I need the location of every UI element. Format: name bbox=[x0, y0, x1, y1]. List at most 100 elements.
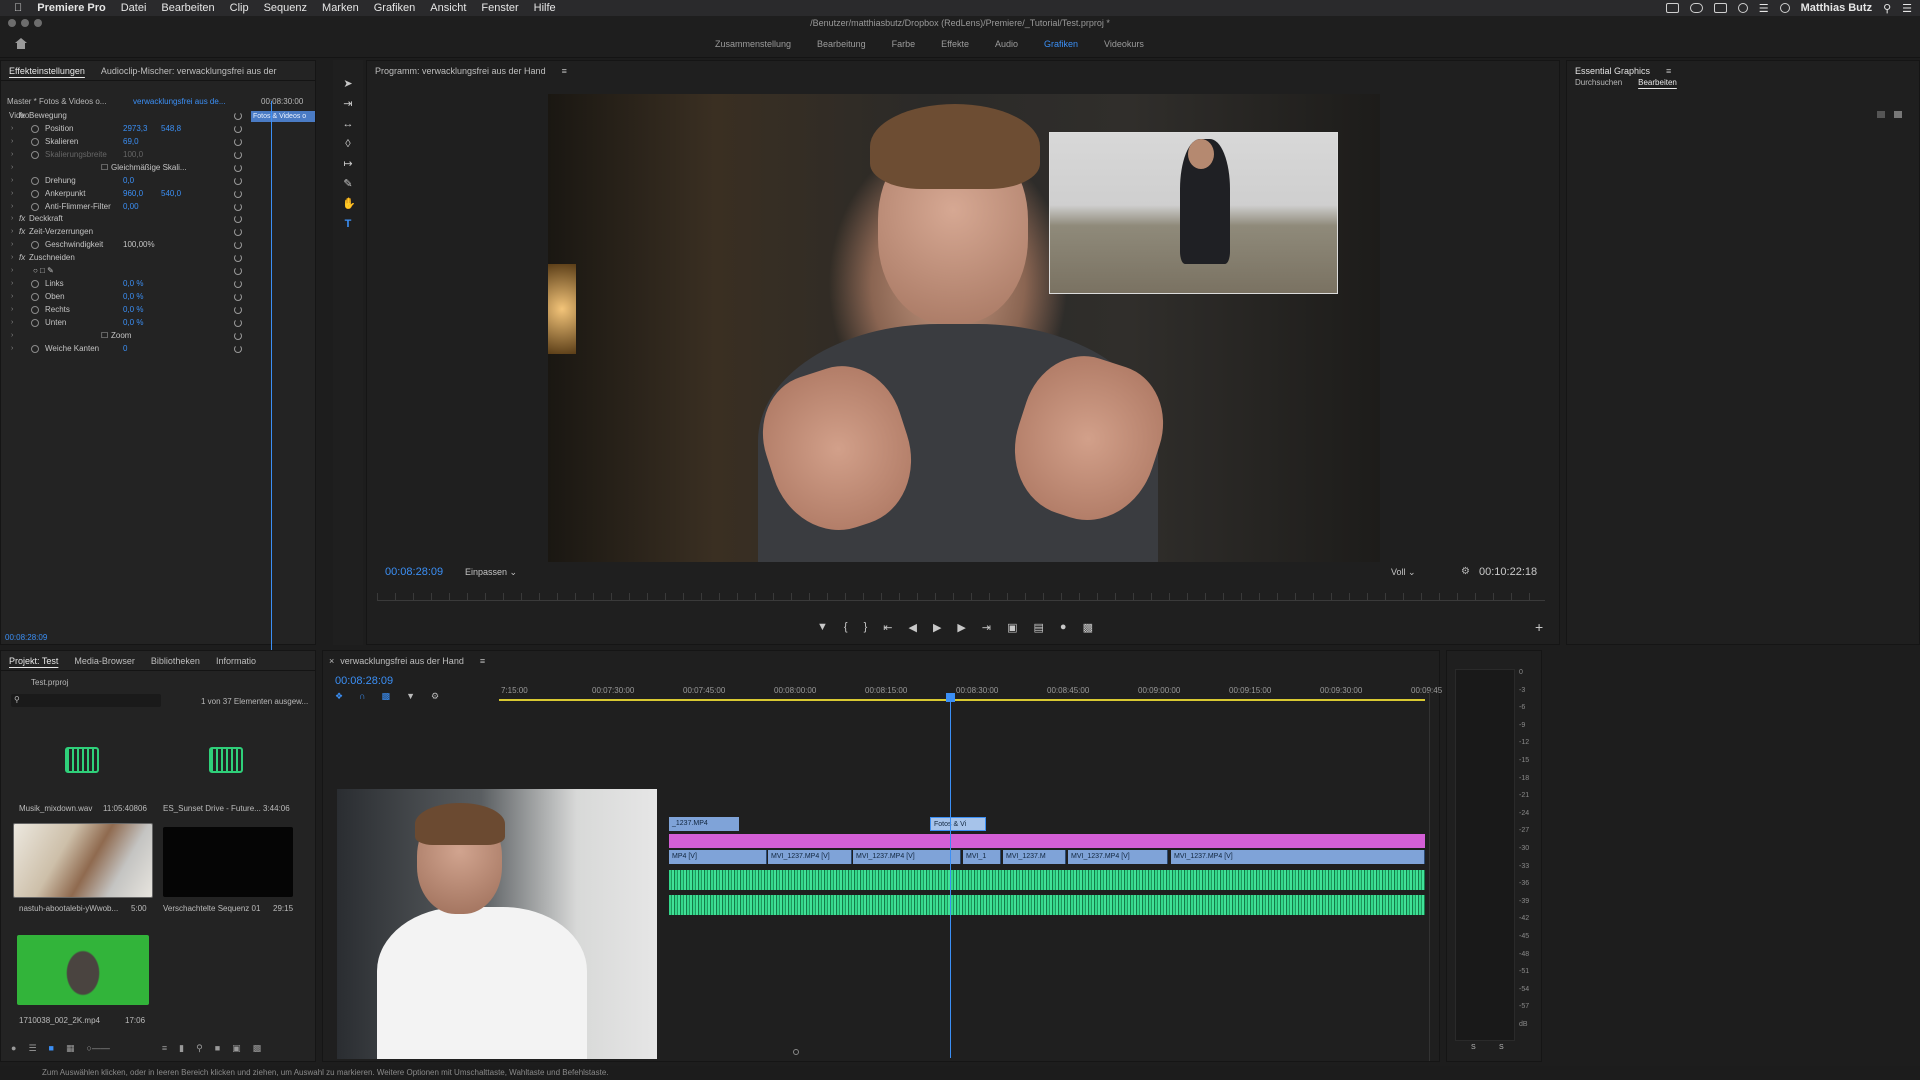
effect-value[interactable]: 960,0 bbox=[123, 189, 143, 198]
step-back-icon[interactable]: ◀ bbox=[908, 621, 916, 634]
disclosure-triangle-icon[interactable]: › bbox=[11, 112, 13, 119]
reset-parameter-icon[interactable] bbox=[234, 305, 242, 314]
disclosure-triangle-icon[interactable]: › bbox=[11, 177, 13, 184]
effect-row[interactable]: › Skalierungsbreite 100,0 bbox=[1, 148, 317, 161]
automate-icon[interactable]: ▮ bbox=[179, 1043, 184, 1054]
effect-row[interactable]: › Skalieren 69,0 bbox=[1, 135, 317, 148]
reset-parameter-icon[interactable] bbox=[234, 124, 242, 133]
timeline-zoom-handle[interactable] bbox=[793, 1049, 799, 1055]
master-clip-select[interactable]: Master * Fotos & Videos o... bbox=[7, 97, 106, 106]
program-title[interactable]: Programm: verwacklungsfrei aus der Hand bbox=[375, 66, 546, 76]
delete-layer-icon[interactable] bbox=[1894, 111, 1902, 118]
effect-value-2[interactable]: 548,8 bbox=[161, 124, 181, 133]
freeform-view-icon[interactable]: ▦ bbox=[66, 1043, 75, 1054]
effect-row[interactable]: › fx Zuschneiden bbox=[1, 251, 317, 264]
timeline-clip-v3-photos[interactable]: Fotos & Vi bbox=[930, 817, 986, 831]
disclosure-triangle-icon[interactable]: › bbox=[11, 190, 13, 197]
cloud-icon[interactable] bbox=[1689, 3, 1703, 13]
audio-file-icon[interactable] bbox=[65, 747, 99, 773]
reset-parameter-icon[interactable] bbox=[234, 176, 242, 185]
reset-parameter-icon[interactable] bbox=[234, 266, 242, 275]
track-select-tool-icon[interactable]: ⇥ bbox=[342, 98, 354, 110]
disclosure-triangle-icon[interactable]: › bbox=[11, 332, 13, 339]
reset-parameter-icon[interactable] bbox=[234, 111, 242, 120]
audio-waveform-a2[interactable] bbox=[669, 895, 1425, 915]
reset-parameter-icon[interactable] bbox=[234, 163, 242, 172]
fx-badge-icon[interactable]: fx bbox=[19, 227, 25, 236]
timeline-playhead[interactable] bbox=[950, 696, 951, 1058]
icon-view-icon[interactable]: ■ bbox=[49, 1043, 54, 1054]
user-name[interactable]: Matthias Butz bbox=[1801, 2, 1873, 14]
tab-edit[interactable]: Bearbeiten bbox=[1638, 78, 1677, 87]
time-machine-icon[interactable] bbox=[1737, 3, 1748, 13]
stopwatch-icon[interactable] bbox=[31, 202, 39, 211]
notification-center-icon[interactable]: ☰ bbox=[1902, 2, 1912, 15]
project-thumbnail-greenscreen[interactable] bbox=[17, 935, 149, 1005]
effect-row[interactable]: › Unten 0,0 % bbox=[1, 316, 317, 329]
effect-row[interactable]: › fx Deckkraft bbox=[1, 212, 317, 225]
timeline-clip-v1[interactable]: MVI_1237.MP4 [V] bbox=[768, 850, 852, 864]
timeline-settings-icon[interactable]: ⚙ bbox=[431, 691, 439, 702]
sequence-clip-select[interactable]: verwacklungsfrei aus de... bbox=[133, 97, 226, 106]
tab-audio-clip-mixer[interactable]: Audioclip-Mischer: verwacklungsfrei aus … bbox=[101, 66, 277, 76]
effect-row[interactable]: › Links 0,0 % bbox=[1, 277, 317, 290]
effect-value[interactable]: 2973,3 bbox=[123, 124, 147, 133]
checkbox[interactable]: ☐ bbox=[101, 163, 108, 172]
project-item-name[interactable]: Verschachtelte Sequenz 01 bbox=[163, 904, 260, 913]
stopwatch-icon[interactable] bbox=[31, 292, 39, 301]
reset-parameter-icon[interactable] bbox=[234, 189, 242, 198]
disclosure-triangle-icon[interactable]: › bbox=[11, 215, 13, 222]
export-frame-icon[interactable]: ● bbox=[1060, 621, 1067, 634]
essential-graphics-menu-icon[interactable]: ≡ bbox=[1666, 66, 1671, 76]
disclosure-triangle-icon[interactable]: › bbox=[11, 125, 13, 132]
reset-parameter-icon[interactable] bbox=[234, 202, 242, 211]
snap-icon[interactable]: ∩ bbox=[359, 691, 365, 702]
effect-value[interactable]: 0,0 % bbox=[123, 279, 143, 288]
tab-media-browser[interactable]: Media-Browser bbox=[74, 656, 135, 666]
workspace-tab-audio[interactable]: Audio bbox=[995, 39, 1018, 49]
apple-icon[interactable]:  bbox=[14, 2, 22, 14]
work-area-bar[interactable] bbox=[499, 699, 1425, 701]
audio-file-icon[interactable] bbox=[209, 747, 243, 773]
timeline-clip-v1[interactable]: MVI_1237.MP4 [V] bbox=[853, 850, 961, 864]
timeline-clip-v1[interactable]: MVI_1237.M bbox=[1003, 850, 1066, 864]
screen-icon[interactable] bbox=[1665, 3, 1679, 13]
disclosure-triangle-icon[interactable]: › bbox=[11, 345, 13, 352]
workspace-tab-assembly[interactable]: Zusammenstellung bbox=[715, 39, 791, 49]
selection-tool-icon[interactable]: ➤ bbox=[342, 78, 354, 90]
menu-window[interactable]: Fenster bbox=[481, 2, 518, 14]
dropbox-icon[interactable] bbox=[1713, 3, 1727, 13]
fx-badge-icon[interactable]: fx bbox=[19, 111, 25, 120]
effect-value[interactable]: 0,0 % bbox=[123, 318, 143, 327]
project-item-name[interactable]: Musik_mixdown.wav bbox=[19, 804, 92, 813]
disclosure-triangle-icon[interactable]: › bbox=[11, 319, 13, 326]
meter-channel-right[interactable]: S bbox=[1499, 1044, 1504, 1051]
reset-parameter-icon[interactable] bbox=[234, 279, 242, 288]
menu-markers[interactable]: Marken bbox=[322, 2, 359, 14]
button-editor-plus-icon[interactable]: + bbox=[1535, 619, 1543, 635]
slip-tool-icon[interactable]: ↦ bbox=[342, 158, 354, 170]
reset-parameter-icon[interactable] bbox=[234, 253, 242, 262]
effect-row[interactable]: › Rechts 0,0 % bbox=[1, 303, 317, 316]
menu-file[interactable]: Datei bbox=[121, 2, 147, 14]
program-menu-icon[interactable]: ≡ bbox=[562, 66, 567, 76]
project-thumbnail-office[interactable] bbox=[13, 823, 153, 898]
tab-browse[interactable]: Durchsuchen bbox=[1575, 78, 1622, 87]
stopwatch-icon[interactable] bbox=[31, 279, 39, 288]
lock-icon[interactable]: ● bbox=[11, 1043, 16, 1054]
effect-row[interactable]: › ☐ Gleichmäßige Skali... bbox=[1, 161, 317, 174]
mark-out-icon[interactable]: } bbox=[864, 621, 868, 634]
effect-value[interactable]: 69,0 bbox=[123, 137, 139, 146]
effect-row[interactable]: › Oben 0,0 % bbox=[1, 290, 317, 303]
add-marker-icon[interactable]: ▼ bbox=[817, 621, 828, 634]
compare-view-icon[interactable]: ▩ bbox=[1083, 621, 1093, 634]
timeline-clip-v1[interactable]: MVI_1 bbox=[963, 850, 1001, 864]
effect-value[interactable]: 100,00% bbox=[123, 240, 155, 249]
project-search-input[interactable]: ⚲ bbox=[11, 694, 161, 707]
effect-row[interactable]: › ☐ Zoom bbox=[1, 329, 317, 342]
effect-row[interactable]: › ○ □ ✎ bbox=[1, 264, 317, 277]
timeline-timecode[interactable]: 00:08:28:09 bbox=[335, 675, 393, 687]
tab-effect-controls[interactable]: Effekteinstellungen bbox=[9, 66, 85, 76]
settings-wrench-icon[interactable]: ⚙ bbox=[1461, 566, 1470, 577]
insert-icon[interactable]: ▣ bbox=[1007, 621, 1017, 634]
